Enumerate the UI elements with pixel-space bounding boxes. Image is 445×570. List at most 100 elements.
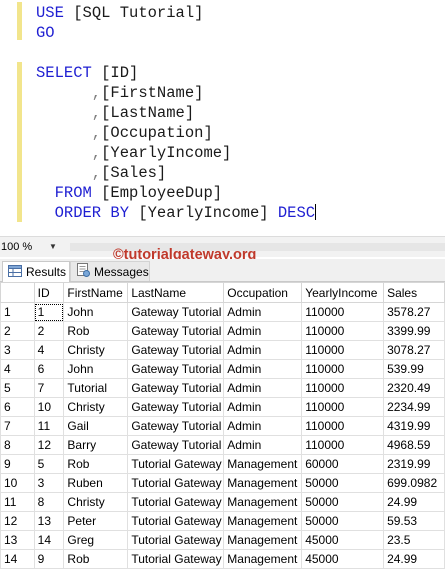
table-cell[interactable]: 45000 (301, 530, 385, 550)
table-cell[interactable]: 110000 (301, 378, 385, 398)
table-cell[interactable]: 2319.99 (383, 454, 445, 474)
table-cell[interactable]: 4968.59 (383, 435, 445, 455)
table-cell[interactable]: Tutorial Gateway (127, 549, 225, 569)
table-cell[interactable]: 110000 (301, 359, 385, 379)
table-row[interactable]: 10 3 Ruben Tutorial Gateway Management 50000 6… (0, 473, 445, 493)
zoom-select[interactable]: 100 % ▼ (1, 239, 57, 254)
row-number[interactable]: 6 (0, 397, 35, 417)
table-cell[interactable]: 4319.99 (383, 416, 445, 436)
table-cell[interactable]: Ruben (63, 473, 129, 493)
table-cell[interactable]: Gateway Tutorial (127, 416, 225, 436)
row-number[interactable]: 3 (0, 340, 35, 360)
table-row[interactable]: 3 4 Christy Gateway Tutorial Admin 110000 3078… (0, 340, 445, 360)
table-cell[interactable]: Tutorial Gateway (127, 473, 225, 493)
table-cell[interactable]: 24.99 (383, 492, 445, 512)
row-number[interactable]: 7 (0, 416, 35, 436)
table-cell[interactable]: Admin (223, 378, 303, 398)
column-header[interactable]: Sales (383, 282, 445, 303)
table-cell[interactable]: Gateway Tutorial (127, 435, 225, 455)
table-cell[interactable]: Gateway Tutorial (127, 378, 225, 398)
table-cell[interactable]: 13 (33, 511, 65, 531)
table-cell[interactable]: Rob (63, 321, 129, 341)
table-row[interactable]: 7 11 Gail Gateway Tutorial Admin 110000 4319.9… (0, 416, 445, 436)
table-cell[interactable]: 4 (33, 340, 65, 360)
table-cell[interactable]: Christy (63, 492, 129, 512)
table-cell[interactable]: 7 (33, 378, 65, 398)
table-cell[interactable]: 24.99 (383, 549, 445, 569)
table-cell[interactable]: Admin (223, 340, 303, 360)
table-row[interactable]: 5 7 Tutorial Gateway Tutorial Admin 110000 232… (0, 378, 445, 398)
table-cell[interactable]: 110000 (301, 416, 385, 436)
table-cell[interactable]: 699.0982 (383, 473, 445, 493)
table-cell[interactable]: 59.53 (383, 511, 445, 531)
table-cell[interactable]: 11 (33, 416, 65, 436)
table-cell[interactable]: Tutorial Gateway (127, 511, 225, 531)
table-cell[interactable]: 3078.27 (383, 340, 445, 360)
column-header[interactable]: YearlyIncome (301, 282, 385, 303)
column-header[interactable]: LastName (127, 282, 225, 303)
table-row[interactable]: 2 2 Rob Gateway Tutorial Admin 110000 3399.99 (0, 321, 445, 341)
row-number[interactable]: 1 (0, 302, 35, 322)
row-number[interactable]: 14 (0, 549, 35, 569)
table-cell[interactable]: 3578.27 (383, 302, 445, 322)
table-cell[interactable]: 23.5 (383, 530, 445, 550)
table-row[interactable]: 1 1 John Gateway Tutorial Admin 110000 3578.27 (0, 302, 445, 322)
table-cell[interactable]: Admin (223, 321, 303, 341)
table-cell[interactable]: 110000 (301, 397, 385, 417)
table-row[interactable]: 8 12 Barry Gateway Tutorial Admin 110000 4968.… (0, 435, 445, 455)
table-row[interactable]: 13 14 Greg Tutorial Gateway Management 45000 2… (0, 530, 445, 550)
table-cell[interactable]: 110000 (301, 302, 385, 322)
table-cell[interactable]: Gail (63, 416, 129, 436)
row-number[interactable]: 11 (0, 492, 35, 512)
row-number[interactable]: 4 (0, 359, 35, 379)
table-cell[interactable]: Admin (223, 302, 303, 322)
table-cell[interactable]: Rob (63, 549, 129, 569)
row-number[interactable]: 2 (0, 321, 35, 341)
table-cell[interactable]: Gateway Tutorial (127, 321, 225, 341)
table-cell[interactable]: 110000 (301, 321, 385, 341)
table-cell[interactable]: 50000 (301, 492, 385, 512)
table-cell[interactable]: 5 (33, 454, 65, 474)
row-number[interactable]: 12 (0, 511, 35, 531)
table-cell[interactable]: Admin (223, 359, 303, 379)
table-cell[interactable]: Admin (223, 435, 303, 455)
column-header[interactable]: ID (33, 282, 65, 303)
table-cell[interactable]: 12 (33, 435, 65, 455)
table-cell[interactable]: Greg (63, 530, 129, 550)
table-cell[interactable]: 14 (33, 530, 65, 550)
table-row[interactable]: 4 6 John Gateway Tutorial Admin 110000 539.99 (0, 359, 445, 379)
table-cell[interactable]: 2 (33, 321, 65, 341)
table-cell[interactable]: 10 (33, 397, 65, 417)
table-cell[interactable]: 50000 (301, 511, 385, 531)
results-grid[interactable]: ID FirstName LastName Occupation YearlyIncom… (0, 282, 445, 570)
table-cell[interactable]: 110000 (301, 340, 385, 360)
table-cell[interactable]: Management (223, 530, 303, 550)
row-number[interactable]: 5 (0, 378, 35, 398)
row-number[interactable]: 9 (0, 454, 35, 474)
table-cell[interactable]: 3 (33, 473, 65, 493)
table-cell[interactable]: Management (223, 511, 303, 531)
table-row[interactable]: 14 9 Rob Tutorial Gateway Management 45000 24.… (0, 549, 445, 569)
select-all-corner[interactable] (0, 282, 35, 303)
table-cell[interactable]: 2320.49 (383, 378, 445, 398)
table-cell[interactable]: Admin (223, 397, 303, 417)
row-number[interactable]: 8 (0, 435, 35, 455)
table-cell[interactable]: 9 (33, 549, 65, 569)
row-number[interactable]: 10 (0, 473, 35, 493)
table-cell[interactable]: 60000 (301, 454, 385, 474)
table-cell[interactable]: John (63, 359, 129, 379)
table-row[interactable]: 11 8 Christy Tutorial Gateway Management 5000… (0, 492, 445, 512)
table-cell[interactable]: Rob (63, 454, 129, 474)
table-cell[interactable]: Christy (63, 340, 129, 360)
table-cell[interactable]: 1 (33, 302, 65, 322)
table-cell[interactable]: Peter (63, 511, 129, 531)
table-cell[interactable]: Tutorial Gateway (127, 492, 225, 512)
table-cell[interactable]: 45000 (301, 549, 385, 569)
table-cell[interactable]: Management (223, 492, 303, 512)
table-cell[interactable]: Gateway Tutorial (127, 397, 225, 417)
table-cell[interactable]: 2234.99 (383, 397, 445, 417)
table-cell[interactable]: Barry (63, 435, 129, 455)
column-header[interactable]: FirstName (63, 282, 129, 303)
table-cell[interactable]: 8 (33, 492, 65, 512)
table-row[interactable]: 12 13 Peter Tutorial Gateway Management 50000… (0, 511, 445, 531)
